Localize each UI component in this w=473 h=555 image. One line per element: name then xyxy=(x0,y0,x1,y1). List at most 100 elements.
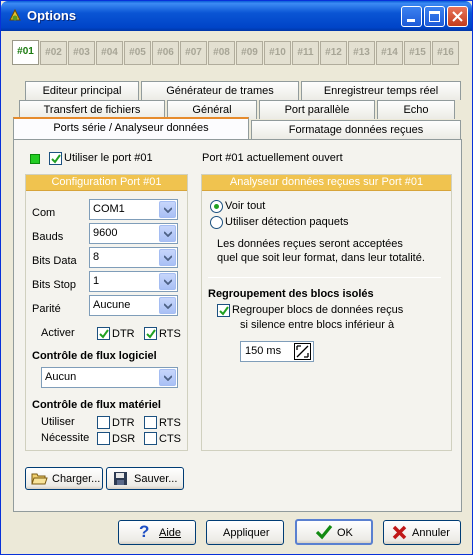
bits-stop-value: 1 xyxy=(93,275,100,287)
port-tab-12[interactable]: #12 xyxy=(320,41,347,65)
bits-data-select[interactable]: 8 xyxy=(89,247,178,268)
edit-value-icon[interactable] xyxy=(294,343,311,360)
status-led-icon xyxy=(30,154,40,164)
port-tab-13[interactable]: #13 xyxy=(348,41,375,65)
bauds-value: 9600 xyxy=(93,227,118,239)
hw-dtr-checkbox[interactable] xyxy=(97,416,110,429)
info-line-1: Les données reçues seront acceptées xyxy=(217,238,403,250)
info-line-2: quel que soit leur format, dans leur tot… xyxy=(217,252,425,264)
port-tab-10[interactable]: #10 xyxy=(264,41,291,65)
soft-flow-select[interactable]: Aucun xyxy=(41,367,178,388)
tab-generateur-trames[interactable]: Générateur de trames xyxy=(141,81,299,100)
hw-rts-label: RTS xyxy=(159,417,181,429)
regroupement-line-1: Regrouper blocs de données reçus xyxy=(232,304,404,316)
port-tab-07[interactable]: #07 xyxy=(180,41,207,65)
regroupement-checkbox[interactable] xyxy=(217,304,230,317)
regroupement-line-2: si silence entre blocs inférieur à xyxy=(240,319,395,331)
bauds-select[interactable]: 9600 xyxy=(89,223,178,244)
dtr-checkbox[interactable] xyxy=(97,327,110,340)
annuler-label: Annuler xyxy=(412,527,450,539)
help-icon: ? xyxy=(139,522,150,541)
floppy-disk-icon xyxy=(114,472,127,485)
tab-formatage[interactable]: Formatage données reçues xyxy=(251,120,461,139)
dtr-label: DTR xyxy=(112,328,135,340)
minimize-button[interactable] xyxy=(401,6,422,27)
port-tab-08[interactable]: #08 xyxy=(208,41,235,65)
port-status-text: Port #01 actuellement ouvert xyxy=(202,152,343,164)
tab-enregistreur[interactable]: Enregistreur temps réel xyxy=(301,81,461,100)
parite-value: Aucune xyxy=(93,299,131,311)
soft-flow-value: Aucun xyxy=(45,371,77,383)
minimize-icon xyxy=(407,19,415,22)
hw-dsr-checkbox[interactable] xyxy=(97,432,110,445)
ok-button[interactable]: OK xyxy=(295,519,373,545)
tab-editeur-principal[interactable]: Editeur principal xyxy=(25,81,139,100)
bits-data-value: 8 xyxy=(93,251,100,263)
title-bar[interactable]: Options xyxy=(1,1,472,31)
radio-dot-icon xyxy=(214,204,219,209)
appliquer-button[interactable]: Appliquer xyxy=(206,520,284,545)
rts-label: RTS xyxy=(159,328,181,340)
separator xyxy=(208,277,441,278)
port-tab-11[interactable]: #11 xyxy=(292,41,319,65)
close-icon xyxy=(392,525,407,540)
close-icon xyxy=(452,11,463,22)
port-tab-03[interactable]: #03 xyxy=(68,41,95,65)
app-icon xyxy=(9,8,21,21)
port-tab-05[interactable]: #05 xyxy=(124,41,151,65)
chevron-down-icon[interactable] xyxy=(159,249,176,266)
chevron-down-icon[interactable] xyxy=(159,369,176,386)
port-tab-01[interactable]: #01 xyxy=(12,40,39,65)
sauver-label: Sauver... xyxy=(134,473,178,485)
annuler-button[interactable]: Annuler xyxy=(383,520,461,545)
timeout-spinner[interactable]: 150 ms xyxy=(240,341,314,362)
charger-label: Charger... xyxy=(52,473,101,485)
maximize-button[interactable] xyxy=(424,6,445,27)
port-tab-02[interactable]: #02 xyxy=(40,41,67,65)
radio-detection-label: Utiliser détection paquets xyxy=(225,216,349,228)
parite-select[interactable]: Aucune xyxy=(89,295,178,316)
port-tab-04[interactable]: #04 xyxy=(96,41,123,65)
port-tab-06[interactable]: #06 xyxy=(152,41,179,65)
sauver-button[interactable]: Sauver... xyxy=(106,467,184,490)
analyzer-header: Analyseur données reçues sur Port #01 xyxy=(202,175,451,191)
tab-port-parallele[interactable]: Port parallèle xyxy=(259,100,375,119)
chevron-down-icon[interactable] xyxy=(159,225,176,242)
timeout-value: 150 ms xyxy=(245,345,282,357)
soft-flow-title: Contrôle de flux logiciel xyxy=(32,350,157,362)
necessite-label: Nécessite xyxy=(41,432,90,444)
checkmark-icon xyxy=(99,329,109,339)
tab-echo[interactable]: Echo xyxy=(377,100,455,119)
port-tab-14[interactable]: #14 xyxy=(376,41,403,65)
radio-voir-tout-label: Voir tout xyxy=(225,200,266,212)
radio-detection-paquets[interactable] xyxy=(210,216,223,229)
bits-data-label: Bits Data xyxy=(32,255,77,267)
rts-checkbox[interactable] xyxy=(144,327,157,340)
tab-ports-serie[interactable]: Ports série / Analyseur données xyxy=(13,117,249,139)
charger-button[interactable]: Charger... xyxy=(25,467,103,490)
checkmark-icon xyxy=(315,524,333,540)
parite-label: Parité xyxy=(32,303,61,315)
folder-open-icon xyxy=(31,473,48,485)
close-button[interactable] xyxy=(447,6,468,27)
hw-dsr-label: DSR xyxy=(112,433,136,445)
com-select[interactable]: COM1 xyxy=(89,199,178,220)
port-tab-15[interactable]: #15 xyxy=(404,41,431,65)
radio-voir-tout[interactable] xyxy=(210,200,223,213)
regroupement-title: Regroupement des blocs isolés xyxy=(208,288,374,300)
bits-stop-select[interactable]: 1 xyxy=(89,271,178,292)
hw-rts-checkbox[interactable] xyxy=(144,416,157,429)
port-tab-09[interactable]: #09 xyxy=(236,41,263,65)
hard-flow-title: Contrôle de flux matériel xyxy=(32,399,161,411)
chevron-down-icon[interactable] xyxy=(159,273,176,290)
chevron-down-icon[interactable] xyxy=(159,201,176,218)
window-title: Options xyxy=(27,8,77,23)
hw-cts-checkbox[interactable] xyxy=(144,432,157,445)
checkmark-icon xyxy=(219,306,229,316)
aide-button[interactable]: ? Aide xyxy=(118,520,196,545)
chevron-down-icon[interactable] xyxy=(159,297,176,314)
port-tab-16[interactable]: #16 xyxy=(432,41,459,65)
com-label: Com xyxy=(32,207,56,219)
use-port-checkbox[interactable] xyxy=(49,152,62,165)
activer-label: Activer xyxy=(41,327,75,339)
